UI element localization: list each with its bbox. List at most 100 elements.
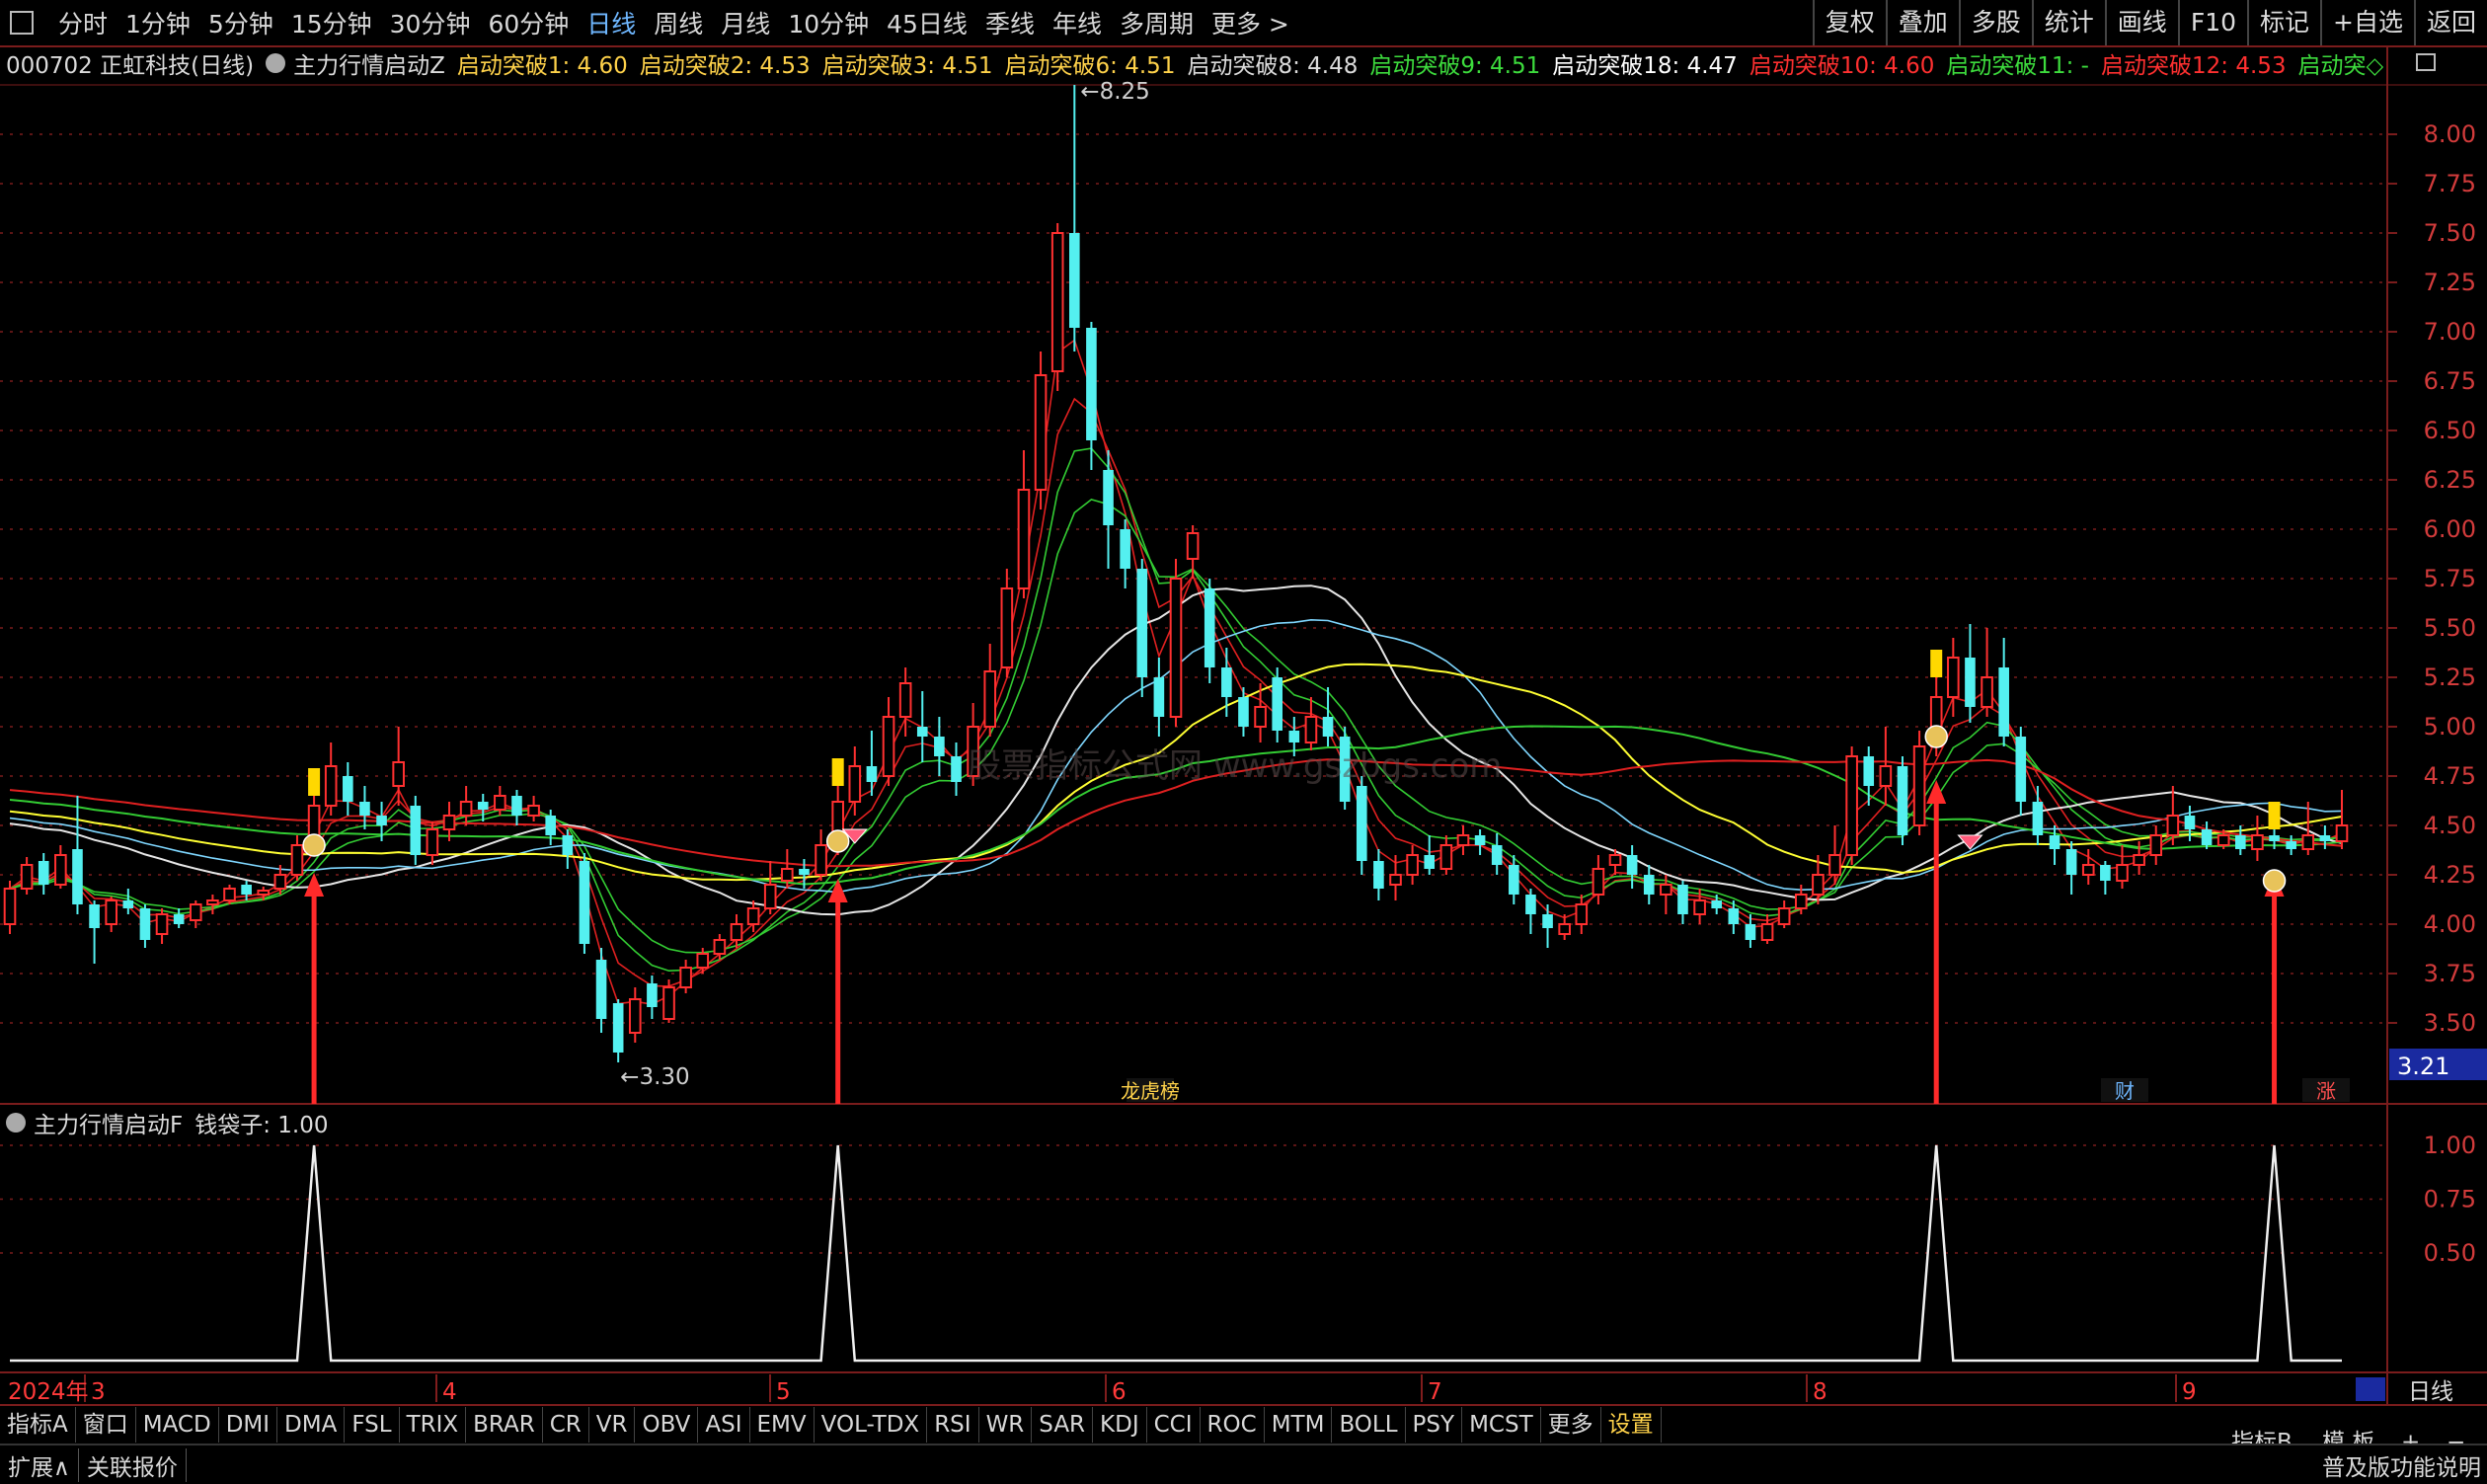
candle-body (934, 737, 945, 756)
period-label: 日线 (2408, 1379, 2453, 1405)
related-quote-button[interactable]: 关联报价 (79, 1447, 187, 1482)
candle-body (2049, 835, 2060, 849)
candle-body (2133, 854, 2145, 866)
indicator-tab[interactable]: 窗口 (76, 1407, 136, 1443)
candle-body (1288, 731, 1300, 742)
candle-body (527, 805, 540, 817)
candle-body (799, 869, 810, 875)
candle-body (1912, 745, 1926, 826)
indicator-dropdown-icon[interactable] (266, 53, 286, 73)
candle-body (2015, 737, 2027, 802)
toolbar-button[interactable]: 返回 (2413, 0, 2487, 45)
period-tab[interactable]: 60分钟 (479, 5, 578, 40)
indicator-name[interactable]: 主力行情启动Z (293, 47, 445, 79)
indicator-tab[interactable]: OBV (635, 1407, 699, 1443)
period-tab[interactable]: 10分钟 (779, 5, 878, 40)
period-tab[interactable]: 季线 (976, 5, 1044, 40)
indicator-tab[interactable]: MTM (1265, 1407, 1333, 1443)
indicator-tab[interactable]: MCST (1462, 1407, 1541, 1443)
indicator-tab[interactable]: ASI (698, 1407, 750, 1443)
date-axis: 2024年 3 4 5 6 7 8 9 日线 (8, 1374, 2453, 1405)
indicator-tab[interactable]: MACD (136, 1407, 219, 1443)
indicator-tab-right[interactable]: − (2447, 1425, 2465, 1444)
period-tab[interactable]: 周线 (645, 5, 712, 40)
period-tab[interactable]: 更多 > (1203, 5, 1298, 40)
candle-body (916, 727, 928, 737)
candle-body (1863, 756, 1875, 786)
candle-body (2149, 834, 2163, 856)
indicator-tab[interactable]: PSY (1406, 1407, 1463, 1443)
indicator-values: 启动突破1: 4.60 启动突破2: 4.53 启动突破3: 4.51 启动突破6: … (457, 47, 2395, 79)
panel-toggle-icon[interactable] (10, 11, 34, 35)
indicator-tab[interactable]: VR (589, 1407, 636, 1443)
candle-body (2216, 834, 2230, 846)
year-label: 2024年 (8, 1379, 89, 1405)
period-tab[interactable]: 日线 (578, 5, 645, 40)
indicator-tab[interactable]: DMI (219, 1407, 278, 1443)
toolbar-button[interactable]: F10 (2177, 0, 2247, 45)
indicator-tab-right[interactable]: + (2401, 1425, 2420, 1444)
sub-axis-label: 0.75 (2424, 1186, 2476, 1213)
period-tab[interactable]: 分时 (49, 5, 117, 40)
candle-body (815, 844, 827, 876)
period-tab[interactable]: 月线 (712, 5, 779, 40)
toolbar-button[interactable]: 叠加 (1885, 0, 1959, 45)
candle-body (1760, 923, 1774, 941)
expand-button[interactable]: 扩展∧ (0, 1447, 79, 1482)
period-tab[interactable]: 5分钟 (199, 5, 282, 40)
toolbar-button[interactable]: 画线 (2104, 0, 2178, 45)
indicator-tab[interactable]: EMV (750, 1407, 815, 1443)
indicator-tab[interactable]: FSL (345, 1407, 400, 1443)
main-chart[interactable]: ←8.25 ←3.30 龙虎榜 财 涨 1.00 0.75 0.50 8.00 7.75 7.… (0, 0, 2487, 1482)
toolbar-button[interactable]: 多股 (1958, 0, 2032, 45)
period-tab[interactable]: 多周期 (1111, 5, 1203, 40)
candle-body (1474, 835, 1486, 845)
indicator-tab[interactable]: SAR (1032, 1407, 1094, 1443)
indicator-tab[interactable]: 更多 (1541, 1407, 1601, 1443)
signal-arrow-head (1926, 780, 1947, 804)
indicator-tab[interactable]: BRAR (466, 1407, 543, 1443)
indicator-tab[interactable]: 设置 (1601, 1407, 1662, 1443)
indicator-tab[interactable]: WR (979, 1407, 1033, 1443)
price-label: 3.50 (2424, 1009, 2476, 1037)
panel-close-icon[interactable] (2416, 53, 2436, 71)
period-tab[interactable]: 年线 (1044, 5, 1111, 40)
indicator-tabs-bar: 指标A 窗口 MACD DMI DMA FSL TRIX BRAR CR VR OBV ASI EMV V… (0, 1404, 2487, 1444)
candle-body (2100, 865, 2111, 881)
candle-body (1677, 885, 1688, 914)
sub-indicator-dropdown-icon[interactable] (6, 1113, 26, 1133)
candle-body (241, 885, 252, 895)
candle-body (1777, 907, 1791, 925)
toolbar-button[interactable]: 复权 (1812, 0, 1886, 45)
indicator-tab[interactable]: KDJ (1093, 1407, 1147, 1443)
candle-body (1356, 786, 1367, 861)
edition-info-link[interactable]: 普及版功能说明 (2322, 1448, 2481, 1482)
period-tab[interactable]: 30分钟 (381, 5, 480, 40)
toolbar-button[interactable]: 统计 (2031, 0, 2105, 45)
period-tab[interactable]: 1分钟 (117, 5, 199, 40)
period-tab[interactable]: 15分钟 (282, 5, 381, 40)
price-label: 4.50 (2424, 812, 2476, 839)
indicator-tab[interactable]: VOL-TDX (815, 1407, 928, 1443)
sub-indicator-name[interactable]: 主力行情启动F (34, 1106, 183, 1139)
candle-body (1998, 667, 2009, 737)
candle-body (173, 914, 185, 924)
indicator-tab[interactable]: CCI (1147, 1407, 1201, 1443)
indicator-tab[interactable]: TRIX (400, 1407, 467, 1443)
indicator-tab[interactable]: BOLL (1332, 1407, 1406, 1443)
high-price-label: ←8.25 (1080, 79, 1149, 105)
indicator-tab[interactable]: RSI (927, 1407, 979, 1443)
indicator-tab[interactable]: 指标A (0, 1407, 76, 1443)
indicator-tab-right[interactable]: 指标B (2231, 1425, 2293, 1444)
toolbar-button[interactable]: 标记 (2247, 0, 2320, 45)
signal-arrow-head (304, 873, 325, 897)
indicator-tab[interactable]: DMA (277, 1407, 346, 1443)
candle-body (273, 874, 287, 890)
indicator-tab[interactable]: CR (543, 1407, 589, 1443)
period-tab[interactable]: 45日线 (878, 5, 976, 40)
candle-body (1897, 766, 1908, 835)
toolbar-button[interactable]: +自选 (2320, 0, 2414, 45)
candle-body (1086, 328, 1097, 440)
indicator-tab[interactable]: ROC (1201, 1407, 1265, 1443)
indicator-tab-right[interactable]: 模 板 (2322, 1425, 2374, 1444)
